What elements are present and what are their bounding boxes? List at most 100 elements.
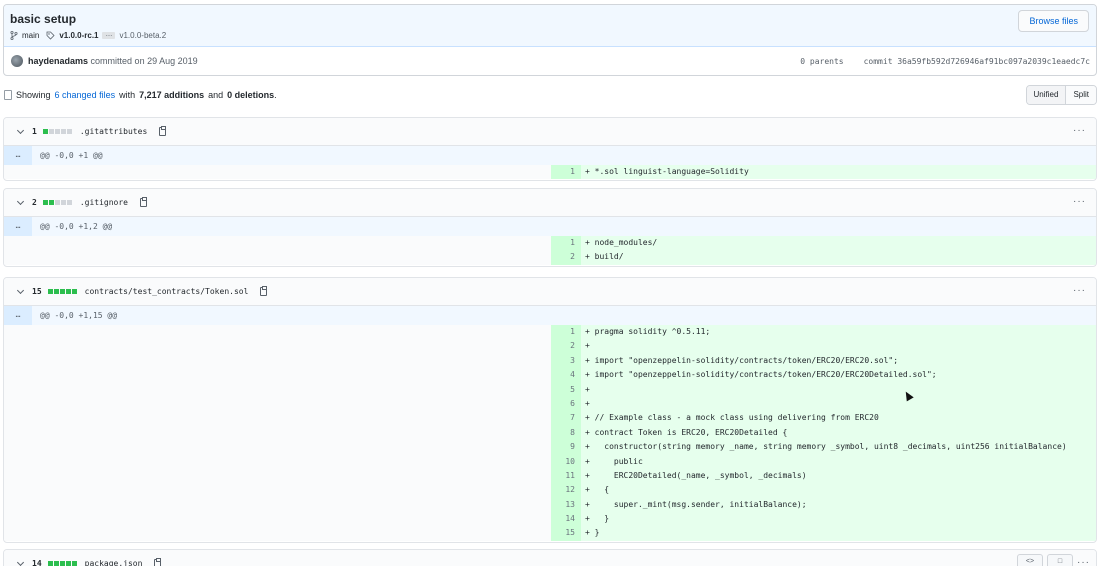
blank-left-side [4,468,551,484]
line-number[interactable]: 3 [551,353,581,369]
expand-lines-button[interactable]: … [4,217,32,236]
diffstat-add-block [65,289,71,294]
tag-secondary[interactable]: v1.0.0-beta.2 [119,31,166,40]
file-path[interactable]: .gitattributes [80,127,147,136]
line-number[interactable]: 8 [551,425,581,441]
chevron-down-icon[interactable] [16,197,25,205]
line-number[interactable]: 15 [551,526,581,541]
file-change-count: 15 [32,287,42,296]
diffstat-add-block [48,200,54,205]
additions-count: 7,217 additions [139,90,205,100]
file-header: 2 .gitignore ··· [4,189,1096,217]
line-code: + { [581,483,1096,498]
author-avatar[interactable] [11,55,23,67]
line-code: + pragma solidity ^0.5.11; [581,325,1096,340]
file-change-count: 1 [32,127,37,136]
line-number[interactable]: 1 [551,325,581,340]
line-code: + [581,382,1096,397]
commit-sha[interactable]: 36a59fb592d726946af91bc097a2039c1eaedc7c [897,57,1090,66]
code-view-icon[interactable]: <> [1017,554,1043,566]
file-path[interactable]: package.json [85,559,143,566]
diffstat-neutral-block [66,200,72,205]
file-path[interactable]: contracts/test_contracts/Token.sol [85,287,249,296]
blank-left-side [4,236,551,251]
expand-lines-button[interactable]: … [4,146,32,165]
line-number[interactable]: 1 [551,165,581,180]
split-button[interactable]: Split [1065,86,1096,104]
line-number[interactable]: 12 [551,483,581,498]
diffstat-neutral-block [60,200,66,205]
blank-left-side [4,353,551,369]
line-number[interactable]: 9 [551,440,581,455]
kebab-horizontal-icon[interactable]: ··· [1073,125,1086,136]
line-number[interactable]: 10 [551,454,581,469]
tag-primary[interactable]: v1.0.0-rc.1 [59,31,98,40]
diffstat [42,129,72,134]
changed-files-link[interactable]: 6 changed files [55,90,116,100]
diffstat-add-block [59,289,65,294]
hidden-tags-button[interactable]: … [102,31,116,39]
line-code: + build/ [581,250,1096,265]
summary-period: . [274,90,277,100]
line-number[interactable]: 6 [551,396,581,412]
chevron-down-icon[interactable] [16,558,25,566]
line-number[interactable]: 2 [551,339,581,354]
rich-view-icon[interactable]: □ [1047,554,1073,566]
diff-line: 2 + [4,339,1096,354]
diffstat [47,289,77,294]
unified-button[interactable]: Unified [1026,86,1066,104]
file-path[interactable]: .gitignore [80,198,128,207]
kebab-horizontal-icon[interactable]: ··· [1073,285,1086,296]
hunk-header: … @@ -0,0 +1 @@ [4,146,1096,165]
diff-summary: Showing 6 changed files with 7,217 addit… [4,90,277,100]
diffstat-add-block [53,289,59,294]
diff-line: 15 + } [4,526,1096,541]
blank-left-side [4,526,551,541]
line-number[interactable]: 7 [551,411,581,426]
diff-line: 7 + // Example class - a mock class using… [4,411,1096,426]
file-actions: <> □ ··· [1017,554,1090,566]
file-header: 14 package.json <> □ ··· [4,550,1096,566]
diff-line: 5 + [4,382,1096,397]
line-number[interactable]: 2 [551,250,581,265]
expand-lines-button[interactable]: … [4,306,32,325]
line-code: + *.sol linguist-language=Solidity [581,165,1096,180]
commit-meta: haydenadams committed on 29 Aug 2019 0 p… [4,47,1096,75]
diff-view-toggle: Unified Split [1025,85,1097,105]
file-header: 15 contracts/test_contracts/Token.sol ··· [4,278,1096,306]
diffstat-neutral-block [66,129,72,134]
line-code: + // Example class - a mock class using … [581,411,1096,426]
author-name[interactable]: haydenadams [28,56,88,66]
file-change-count: 14 [32,559,42,566]
branch-name[interactable]: main [22,31,39,40]
line-code: + [581,396,1096,412]
kebab-horizontal-icon[interactable]: ··· [1073,196,1086,207]
line-number[interactable]: 1 [551,236,581,251]
diffstat-add-block [47,289,53,294]
line-number[interactable]: 11 [551,468,581,484]
deletions-count: 0 deletions [227,90,275,100]
diffstat-neutral-block [54,200,60,205]
browse-files-button[interactable]: Browse files [1018,10,1089,32]
line-number[interactable]: 13 [551,497,581,513]
line-number[interactable]: 5 [551,382,581,397]
author-line: haydenadams committed on 29 Aug 2019 [28,56,198,66]
line-code: + ERC20Detailed(_name, _symbol, _decimal… [581,468,1096,484]
line-number[interactable]: 14 [551,512,581,527]
clipboard-icon[interactable] [140,197,147,207]
summary-and: and [208,90,224,100]
diffstat-add-block [71,561,77,566]
clipboard-icon[interactable] [260,286,268,296]
clipboard-icon[interactable] [154,558,162,566]
kebab-horizontal-icon[interactable]: ··· [1077,557,1090,566]
blank-left-side [4,368,551,383]
clipboard-icon[interactable] [159,126,167,136]
chevron-down-icon[interactable] [16,286,25,294]
diff-line: 11 + ERC20Detailed(_name, _symbol, _decim… [4,468,1096,484]
chevron-down-icon[interactable] [16,126,25,134]
summary-with: with [119,90,136,100]
line-code: + super._mint(msg.sender, initialBalance… [581,497,1096,513]
line-code: + [581,339,1096,354]
line-number[interactable]: 4 [551,368,581,383]
summary-showing: Showing [16,90,51,100]
